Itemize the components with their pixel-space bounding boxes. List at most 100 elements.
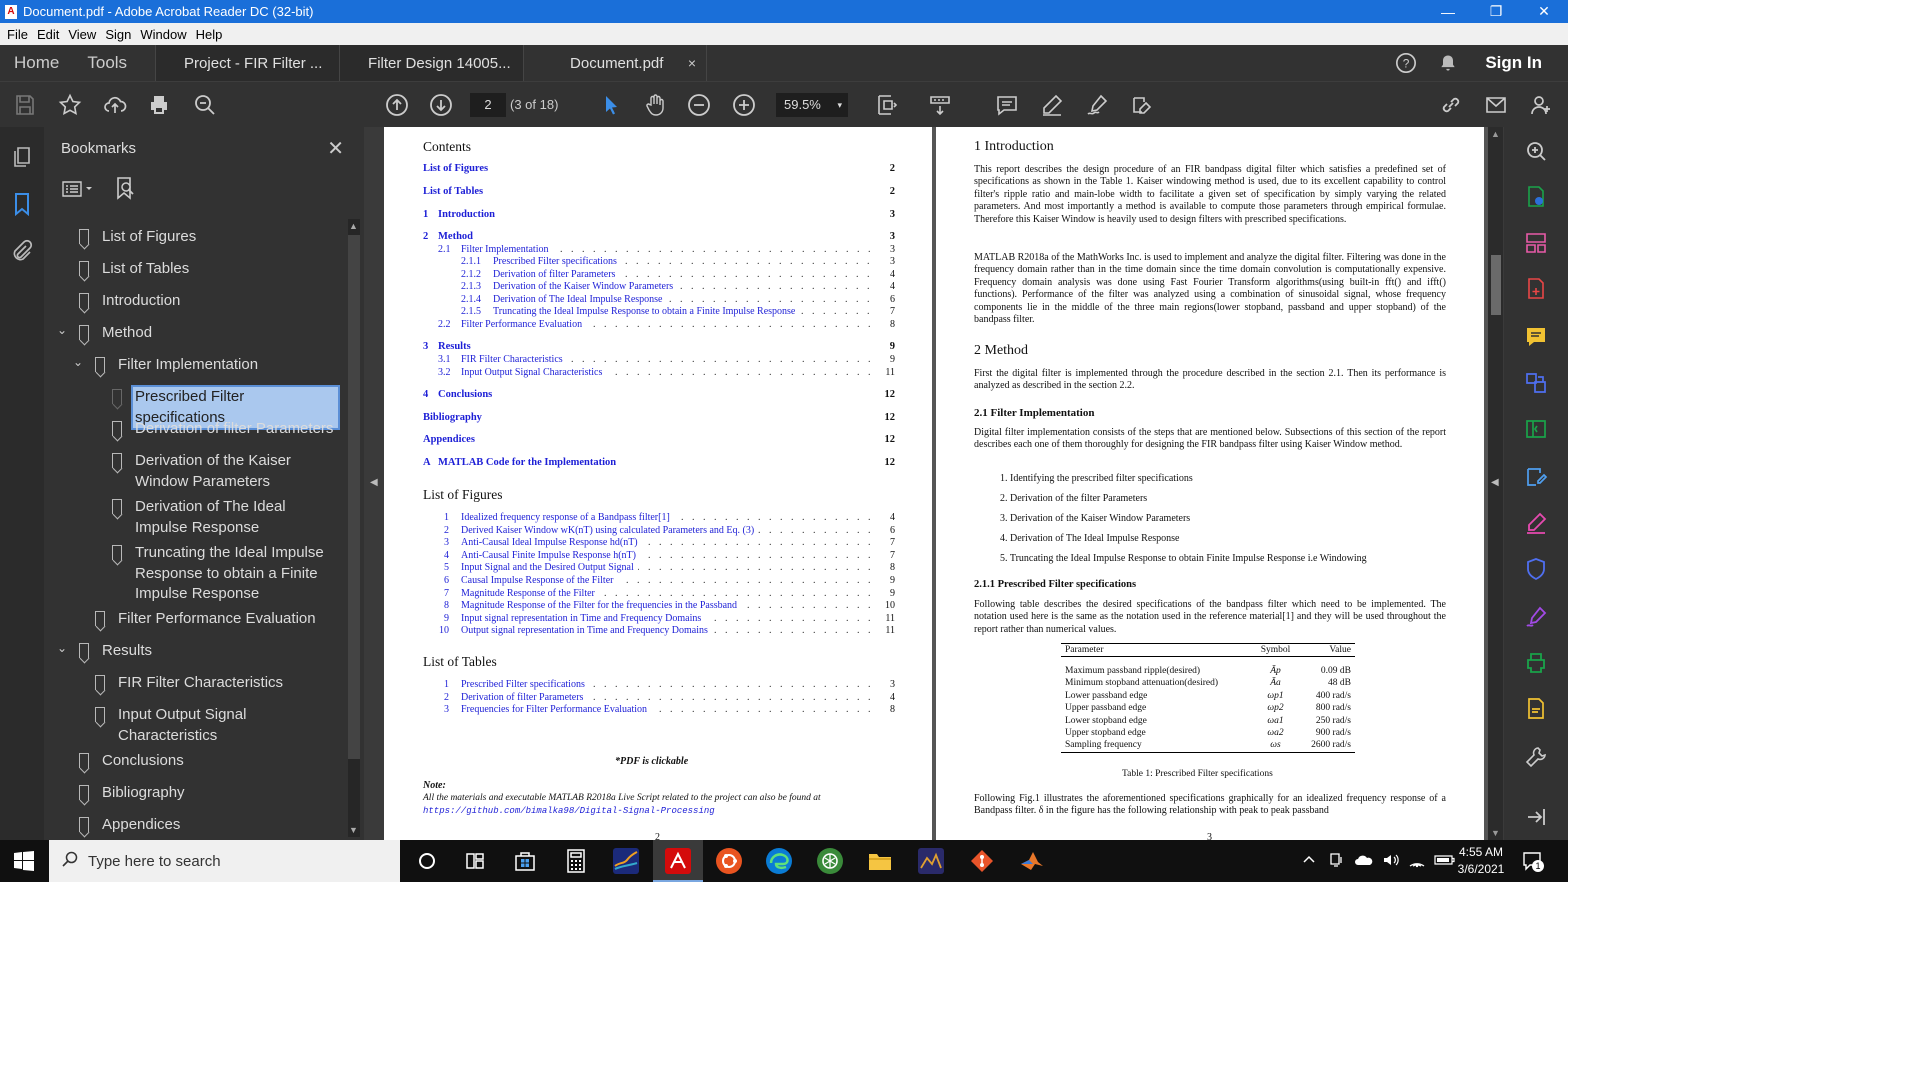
tab-project-fir[interactable]: Project - FIR Filter ... — [155, 45, 340, 81]
scroll-up-icon[interactable]: ▲ — [1491, 129, 1500, 139]
git-icon[interactable] — [969, 848, 995, 874]
github-link[interactable]: https://github.com/bimalka98/Digital-Sig… — [423, 806, 715, 816]
menu-view[interactable]: View — [68, 27, 96, 42]
matlab-figure-icon[interactable] — [613, 848, 639, 874]
attachments-icon[interactable] — [10, 239, 34, 263]
lof-entry[interactable]: . . . . . . . . . . . . . . . . . . . . … — [423, 600, 895, 612]
previous-page-icon[interactable] — [380, 82, 414, 128]
chevron-up-icon[interactable] — [1302, 853, 1316, 870]
toc-entry[interactable]: . . . . . . . . . . . . . . . . . . . . … — [423, 306, 895, 319]
toc-entry[interactable]: . . . . . . . . . . . . . . . . . . . . … — [423, 319, 895, 332]
edge-browser-icon[interactable] — [766, 848, 792, 874]
stamp-edit-icon[interactable] — [1124, 82, 1158, 128]
organize-pages-icon[interactable] — [1524, 231, 1548, 255]
scroll-down-icon[interactable]: ▼ — [349, 825, 358, 835]
matlab-plot-icon[interactable] — [918, 848, 944, 874]
chevron-down-icon[interactable]: ⌄ — [57, 320, 71, 341]
more-tools-icon[interactable] — [1524, 745, 1548, 769]
lof-entry[interactable]: . . . . . . . . . . . . . . . . . . . . … — [423, 587, 895, 600]
toc-entry[interactable]: . . . . . . . . . . . . . . . . . . . . … — [423, 256, 895, 269]
create-pdf-icon[interactable] — [1524, 277, 1548, 301]
edit-pdf-icon[interactable] — [1524, 465, 1548, 489]
tab-close-icon[interactable]: × — [688, 55, 696, 71]
lof-entry[interactable]: . . . . . . . . . . . . . . . . . . . . … — [423, 562, 895, 574]
print-production-icon[interactable] — [1524, 651, 1548, 675]
lof-entry[interactable]: . . . . . . . . . . . . . . . . . . . . … — [423, 512, 895, 524]
print-icon[interactable] — [142, 82, 176, 128]
bookmark-conclusions[interactable]: Conclusions — [79, 751, 184, 772]
combine-files-icon[interactable] — [1524, 371, 1548, 395]
document-viewer[interactable]: Contents List of Figures 2 List of Tables 2… — [384, 127, 1488, 840]
lof-entry[interactable]: . . . . . . . . . . . . . . . . . . . . … — [423, 524, 895, 537]
cloud-upload-icon[interactable] — [98, 82, 132, 128]
page-thumbnails-icon[interactable] — [10, 145, 34, 169]
bookmark-list-of-figures[interactable]: List of Figures — [79, 227, 196, 248]
taskbar-search-box[interactable]: Type here to search — [49, 840, 400, 882]
menu-edit[interactable]: Edit — [37, 27, 59, 42]
options-menu-icon[interactable] — [62, 179, 94, 199]
help-icon[interactable]: ? — [1393, 50, 1419, 76]
expand-arrow-icon[interactable]: ◀ — [1491, 477, 1499, 488]
lot-entry[interactable]: . . . . . . . . . . . . . . . . . . . . … — [423, 704, 895, 716]
bookmarks-scrollbar[interactable]: ▲ ▼ — [348, 219, 360, 837]
toc-entry[interactable]: . . . . . . . . . . . . . . . . . . . . … — [423, 367, 895, 380]
send-for-comments-icon[interactable] — [1524, 697, 1548, 721]
collapse-tools-icon[interactable] — [1524, 805, 1548, 829]
toc-entry[interactable]: . . . . . . . . . . . . . . . . . . . . … — [423, 354, 895, 367]
toc-entry[interactable]: 1 Introduction 3 — [423, 209, 895, 222]
taskbar-clock[interactable]: 4:55 AM 3/6/2021 — [1446, 844, 1516, 878]
bookmark-input-output-signal[interactable]: Input Output Signal Characteristics — [95, 705, 275, 746]
select-cursor-icon[interactable] — [594, 82, 628, 128]
toc-entry[interactable]: Appendices 12 — [423, 434, 895, 447]
calculator-icon[interactable] — [563, 848, 589, 874]
zoom-level-select[interactable]: 59.5% ▾ — [776, 93, 848, 117]
menu-window[interactable]: Window — [140, 27, 186, 42]
search-tool-icon[interactable] — [1524, 139, 1548, 163]
add-user-icon[interactable] — [1524, 82, 1558, 128]
scroll-mode-icon[interactable] — [923, 82, 957, 128]
compress-pdf-icon[interactable] — [1524, 417, 1548, 441]
highlight-pen-icon[interactable] — [1035, 82, 1069, 128]
bookmarks-icon[interactable] — [10, 192, 34, 217]
volume-icon[interactable] — [1382, 852, 1400, 871]
comment-tool-icon[interactable] — [1524, 325, 1548, 349]
lot-entry[interactable]: . . . . . . . . . . . . . . . . . . . . … — [423, 691, 895, 704]
restore-button[interactable]: ❐ — [1472, 3, 1520, 20]
toc-entry[interactable]: Bibliography 12 — [423, 412, 895, 425]
bookmark-filter-implementation[interactable]: ⌄ Filter Implementation — [73, 355, 258, 376]
scroll-down-icon[interactable]: ▼ — [1491, 828, 1500, 838]
toc-entry[interactable]: . . . . . . . . . . . . . . . . . . . . … — [423, 281, 895, 294]
home-nav[interactable]: Home — [0, 45, 73, 81]
scroll-up-icon[interactable]: ▲ — [349, 221, 358, 231]
minimize-button[interactable]: — — [1424, 4, 1472, 20]
bookmark-bibliography[interactable]: Bibliography — [79, 783, 185, 804]
panel-collapse-handle[interactable]: ◀ — [364, 127, 384, 840]
chevron-down-icon[interactable]: ⌄ — [73, 352, 87, 373]
close-window-button[interactable]: ✕ — [1520, 3, 1568, 20]
sign-in-button[interactable]: Sign In — [1485, 53, 1542, 73]
store-icon[interactable] — [512, 848, 538, 874]
toc-entry[interactable]: 2 Method 3 — [423, 231, 895, 244]
tab-document-pdf[interactable]: Document.pdf × — [523, 45, 708, 81]
export-pdf-icon[interactable] — [1524, 185, 1548, 209]
save-icon[interactable] — [8, 82, 42, 128]
close-panel-icon[interactable]: ✕ — [327, 136, 344, 161]
toc-entry[interactable]: List of Figures 2 — [423, 163, 895, 176]
email-icon[interactable] — [1479, 82, 1513, 128]
bookmark-list-of-tables[interactable]: List of Tables — [79, 259, 189, 280]
bookmark-truncating-impulse-response[interactable]: Truncating the Ideal Impulse Response to… — [112, 543, 330, 605]
chatgpt-style-app-icon[interactable] — [817, 848, 843, 874]
cortana-icon[interactable] — [414, 848, 440, 874]
bookmark-ideal-impulse-response[interactable]: Derivation of The Ideal Impulse Response — [112, 497, 336, 538]
protect-shield-icon[interactable] — [1524, 557, 1548, 581]
chevron-down-icon[interactable]: ⌄ — [57, 638, 71, 659]
toc-entry[interactable]: 3 Results 9 — [423, 341, 895, 354]
scrollbar-thumb[interactable] — [1491, 255, 1501, 315]
lof-entry[interactable]: . . . . . . . . . . . . . . . . . . . . … — [423, 612, 895, 625]
toc-entry[interactable]: 4 Conclusions 12 — [423, 389, 895, 402]
hand-tool-icon[interactable] — [638, 82, 672, 128]
zoom-out-icon[interactable] — [682, 82, 716, 128]
comment-icon[interactable] — [990, 82, 1024, 128]
share-link-icon[interactable] — [1434, 82, 1468, 128]
toc-entry[interactable]: A MATLAB Code for the Implementation 12 — [423, 457, 895, 470]
